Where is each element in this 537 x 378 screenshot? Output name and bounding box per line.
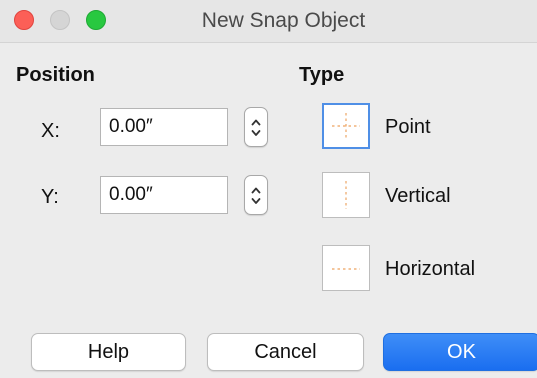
new-snap-object-dialog: New Snap Object Position X: Y: Type Poin… [0,0,537,378]
type-heading: Type [299,64,345,86]
x-position-input[interactable] [100,108,228,146]
title-bar: New Snap Object [0,0,537,43]
type-point-label[interactable]: Point [385,116,431,139]
x-position-stepper[interactable] [244,107,268,147]
ok-button[interactable]: OK [383,333,537,371]
y-label: Y: [41,186,59,208]
type-point-option[interactable] [322,103,370,149]
y-position-stepper[interactable] [244,175,268,215]
snap-point-icon [332,113,360,139]
window-title: New Snap Object [201,9,366,32]
snap-horizontal-icon [332,268,360,270]
type-vertical-option[interactable] [322,172,370,218]
x-label: X: [41,120,60,142]
snap-vertical-icon [345,181,347,209]
stepper-arrows-icon [251,119,261,136]
cancel-button[interactable]: Cancel [207,333,364,371]
stepper-arrows-icon [251,187,261,204]
type-horizontal-option[interactable] [322,245,370,291]
type-vertical-label[interactable]: Vertical [385,185,451,208]
type-horizontal-label[interactable]: Horizontal [385,258,475,281]
help-button[interactable]: Help [31,333,186,371]
position-heading: Position [16,64,95,86]
y-position-input[interactable] [100,176,228,214]
